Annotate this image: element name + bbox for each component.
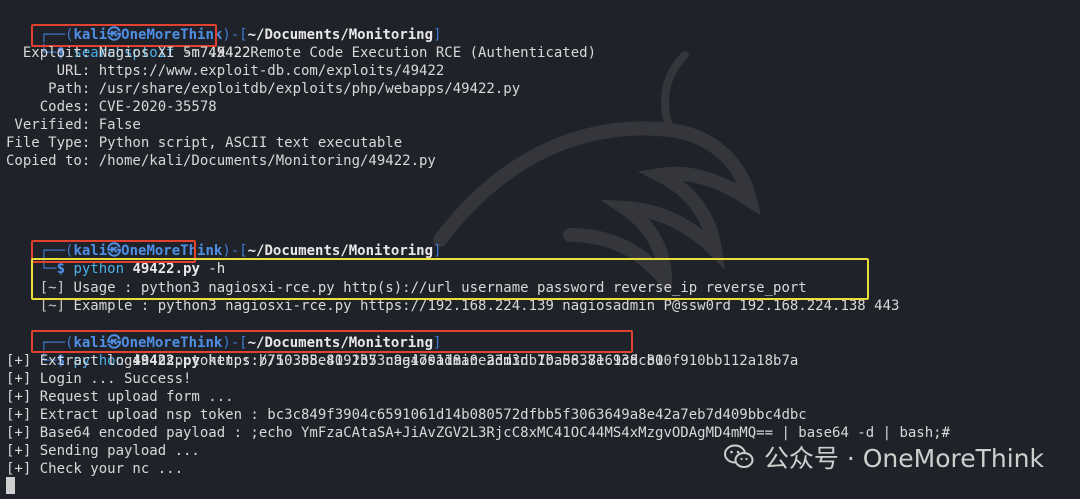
output-tag: [~] <box>39 298 74 314</box>
output-line: Copied to: /home/kali/Documents/Monitori… <box>6 153 436 169</box>
terminal-window[interactable]: ┌──(kali㉿OneMoreThink)-[~/Documents/Moni… <box>0 0 1080 499</box>
output-line: [+] Login ... Success! <box>6 371 192 387</box>
output-line: [+] Check your nc ... <box>6 461 184 477</box>
output-line: Exploit: Nagios XI 5.7.X - Remote Code E… <box>6 45 597 61</box>
highlight-box-exploit <box>31 330 633 353</box>
watermark: 公众号 · OneMoreThink <box>723 440 1044 474</box>
example-text: Example : python3 nagiosxi-rce.py https:… <box>73 298 900 314</box>
wechat-icon <box>723 444 754 468</box>
output-line: Path: /usr/share/exploitdb/exploits/php/… <box>6 81 521 97</box>
output-line: Verified: False <box>6 117 141 133</box>
output-line: [+] Request upload form ... <box>6 389 234 405</box>
prompt-mid: )-[ <box>222 243 248 259</box>
kali-dragon-icon <box>433 51 760 290</box>
terminal-cursor <box>6 477 15 494</box>
output-line: [+] Extract upload nsp token : bc3c849f3… <box>6 407 807 423</box>
output-line: File Type: Python script, ASCII text exe… <box>6 135 403 151</box>
prompt-close: ] <box>433 27 442 43</box>
watermark-text: 公众号 · OneMoreThink <box>763 444 1044 473</box>
prompt-close: ] <box>433 243 442 259</box>
prompt-path: ~/Documents/Monitoring <box>247 243 434 259</box>
output-line: URL: https://www.exploit-db.com/exploits… <box>6 63 445 79</box>
highlight-box-usage <box>31 258 869 300</box>
output-line: [+] Sending payload ... <box>6 443 200 459</box>
output-line: [+] Extract login nsp token : b750305e40… <box>6 353 799 369</box>
output-line: Codes: CVE-2020-35578 <box>6 99 217 115</box>
prompt-path: ~/Documents/Monitoring <box>247 27 434 43</box>
